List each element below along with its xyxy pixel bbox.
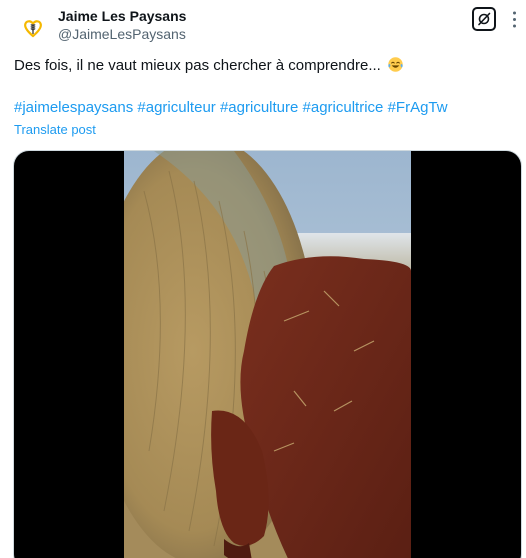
- hashtag-link[interactable]: #FrAgTw: [388, 99, 448, 116]
- tears-of-joy-emoji-icon: [388, 57, 403, 72]
- grok-button[interactable]: [472, 7, 496, 31]
- tweet-card: Jaime Les Paysans @JaimeLesPaysans Des f…: [0, 0, 526, 558]
- video-player[interactable]: [124, 151, 411, 558]
- hashtag-line: #jaimelespaysans #agriculteur #agricultu…: [14, 98, 448, 118]
- grok-icon: [478, 12, 491, 26]
- avatar[interactable]: [14, 8, 52, 46]
- hashtag-link[interactable]: #agricultrice: [303, 99, 384, 116]
- tweet-text: Des fois, il ne vaut mieux pas chercher …: [14, 56, 404, 76]
- translate-post-link[interactable]: Translate post: [14, 122, 96, 138]
- author-handle[interactable]: @JaimeLesPaysans: [58, 25, 186, 43]
- author-block: Jaime Les Paysans @JaimeLesPaysans: [58, 7, 186, 43]
- tweet-text-body: Des fois, il ne vaut mieux pas chercher …: [14, 57, 381, 74]
- hashtag-link[interactable]: #jaimelespaysans: [14, 99, 133, 116]
- heart-wheat-logo-icon: [24, 20, 42, 38]
- media-container: [13, 150, 522, 558]
- more-button[interactable]: [504, 8, 524, 30]
- video-thumbnail: [124, 151, 411, 558]
- hashtag-link[interactable]: #agriculteur: [137, 99, 215, 116]
- author-display-name[interactable]: Jaime Les Paysans: [58, 7, 186, 25]
- more-dots-icon: [512, 11, 516, 27]
- hashtag-link[interactable]: #agriculture: [220, 99, 298, 116]
